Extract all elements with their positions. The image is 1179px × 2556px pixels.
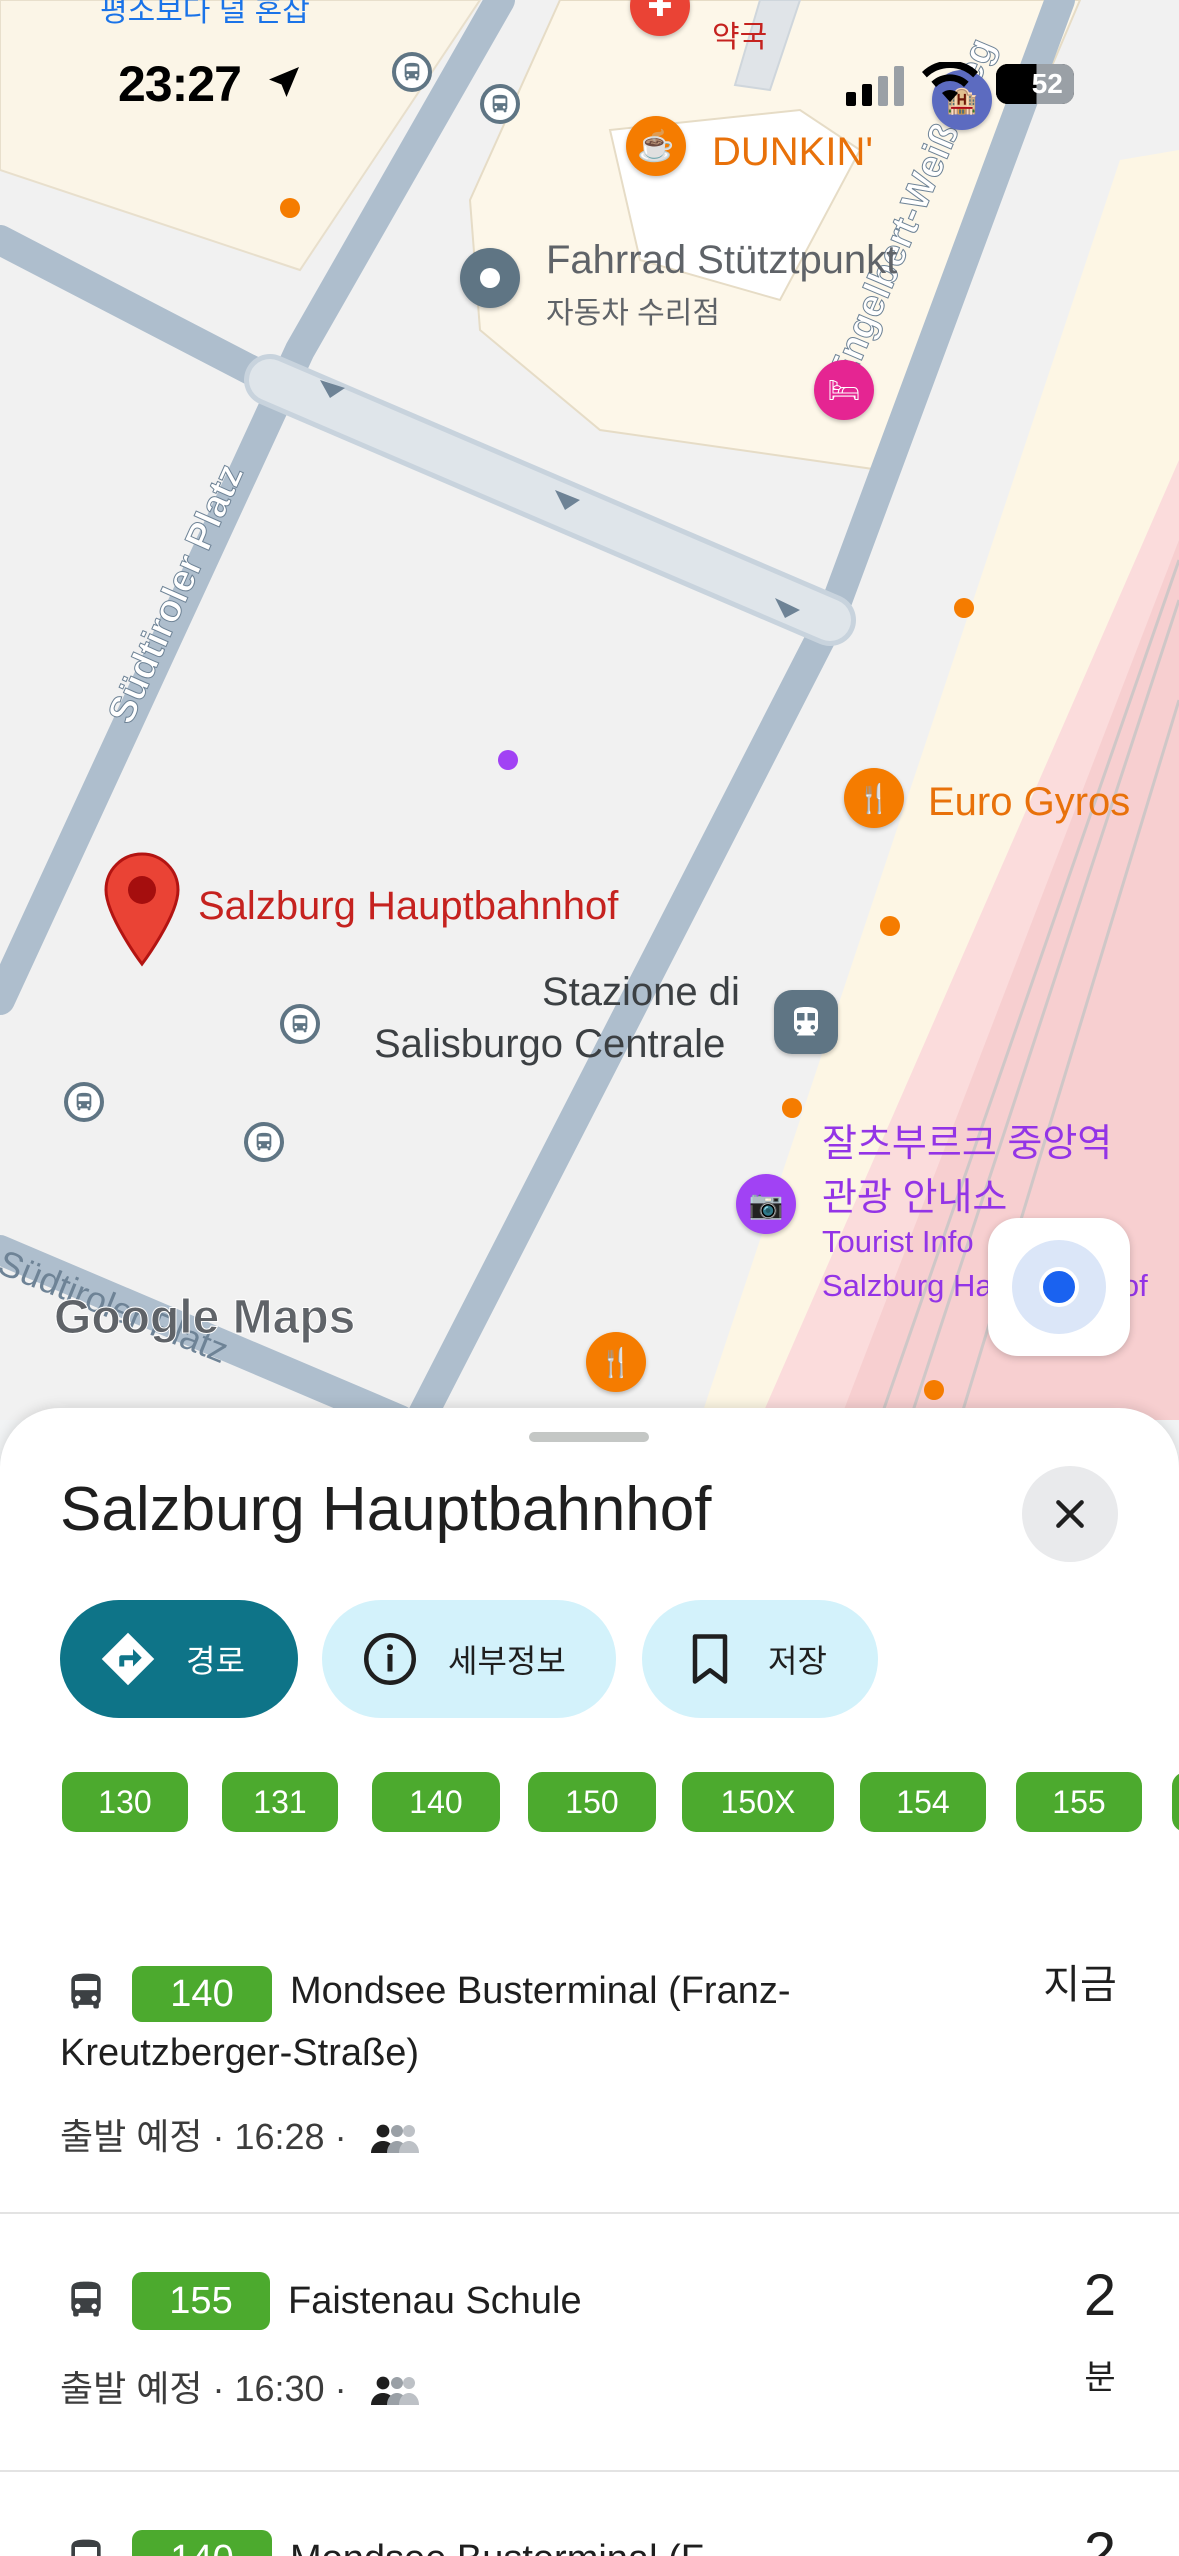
poi-label-tourist-kr-2: 관광 안내소 <box>822 1177 1008 1219</box>
bus-stop-icon[interactable] <box>280 1004 320 1044</box>
save-button[interactable]: 저장 <box>642 1600 878 1718</box>
route-chip[interactable]: 150X <box>682 1772 834 1832</box>
poi-label-dunkin: DUNKIN' <box>712 130 873 174</box>
departure-destination: Mondsee Busterminal (Franz-Kreutzberger-… <box>60 1970 791 2074</box>
selected-place-pin-icon[interactable] <box>102 852 182 968</box>
close-button[interactable] <box>1022 1466 1118 1562</box>
details-label: 세부정보 <box>448 1643 566 1679</box>
directions-label: 경로 <box>186 1643 245 1679</box>
bus-stop-icon[interactable] <box>64 1082 104 1122</box>
close-icon <box>1056 1500 1084 1528</box>
route-chip[interactable]: 130 <box>62 1772 188 1832</box>
wifi-icon <box>922 60 978 111</box>
poi-label-stazione-2: Salisburgo Centrale <box>374 1022 726 1066</box>
departure-row[interactable]: 140 Mondsee Busterminal (F 2 <box>0 2504 1179 2556</box>
departure-eta: 2 <box>1083 2263 1117 2328</box>
poi-label-tourist-kr-1: 잘츠부르크 중앙역 <box>822 1123 1113 1165</box>
map-dot <box>880 916 900 936</box>
route-chip[interactable]: 150 <box>528 1772 656 1832</box>
poi-label-fahrrad: Fahrrad Stütztpunkt <box>546 238 898 282</box>
save-label: 저장 <box>768 1643 827 1679</box>
bus-stop-icon[interactable] <box>244 1122 284 1162</box>
route-chip-overflow[interactable] <box>1172 1772 1179 1832</box>
departure-detail: 출발 예정 · 16:28 · <box>60 2108 423 2160</box>
map-dot <box>280 198 300 218</box>
route-chip[interactable]: 155 <box>1016 1772 1142 1832</box>
route-chip[interactable]: 140 <box>372 1772 500 1832</box>
row-divider <box>0 2212 1179 2214</box>
departure-row[interactable]: 155 Faistenau Schule 출발 예정 · 16:30 · 2 분 <box>0 2246 1179 2466</box>
location-arrow-icon <box>264 62 304 107</box>
bus-icon <box>71 2281 101 2317</box>
map-view[interactable]: Engelbert-Weiß-Weg Südtiroler Platz Südt… <box>0 0 1179 1420</box>
poi-label-top-korean: 평소보다 덜 혼잡 <box>100 0 310 28</box>
battery-percent: 52 <box>1031 68 1063 99</box>
route-badge: 140 <box>132 2530 272 2556</box>
info-icon <box>360 1629 420 1689</box>
poi-label-pharmacy: 약국 <box>712 21 768 54</box>
sheet-drag-handle[interactable] <box>529 1432 649 1442</box>
status-time: 23:27 <box>118 56 242 112</box>
departure-eta: 지금 <box>1043 1963 1117 2007</box>
poi-label-euro-gyros: Euro Gyros <box>928 780 1131 824</box>
place-pin-icon[interactable] <box>460 248 520 308</box>
route-chip[interactable]: 154 <box>860 1772 986 1832</box>
crowd-icon <box>370 2377 419 2406</box>
details-button[interactable]: 세부정보 <box>322 1600 616 1718</box>
map-dot <box>954 598 974 618</box>
battery-icon: 52 <box>996 64 1074 104</box>
map-dot <box>498 750 518 770</box>
departure-eta-unit: 분 <box>1084 2359 1116 2397</box>
my-location-icon <box>1012 1240 1106 1334</box>
departure-destination: Faistenau Schule <box>288 2280 582 2322</box>
directions-button[interactable]: 경로 <box>60 1600 298 1718</box>
bus-stop-icon[interactable] <box>392 52 432 92</box>
departure-eta: 2 <box>1083 2521 1117 2556</box>
google-maps-logo: Google Maps <box>53 1291 356 1345</box>
my-location-button[interactable] <box>988 1218 1130 1356</box>
crowd-icon <box>370 2125 419 2154</box>
coffee-icon[interactable]: ☕ <box>626 116 686 176</box>
departure-detail: 출발 예정 · 16:30 · <box>60 2360 423 2412</box>
directions-icon <box>98 1629 158 1689</box>
route-badge: 155 <box>132 2272 270 2330</box>
departure-destination: Mondsee Busterminal (F <box>290 2528 704 2556</box>
bus-icon <box>71 2539 101 2556</box>
row-divider <box>0 2470 1179 2472</box>
hotel-icon[interactable]: 🛏 <box>814 360 874 420</box>
map-dot <box>782 1098 802 1118</box>
map-dot <box>924 1380 944 1400</box>
train-station-icon[interactable] <box>774 990 838 1054</box>
place-title: Salzburg Hauptbahnhof <box>60 1475 712 1544</box>
route-chip[interactable]: 131 <box>222 1772 338 1832</box>
departure-row[interactable]: 140 Mondsee Busterminal (Franz-Kreutzber… <box>0 1938 1179 2218</box>
restaurant-icon-bottom[interactable]: 🍴 <box>586 1332 646 1392</box>
poi-label-stazione-1: Stazione di <box>542 970 740 1014</box>
place-bottom-sheet[interactable]: Salzburg Hauptbahnhof 경로 세부정보 저장 130 131… <box>0 1408 1179 2556</box>
bookmark-icon <box>680 1629 740 1689</box>
poi-label-fahrrad-kr: 자동차 수리점 <box>546 297 720 330</box>
camera-icon[interactable]: 📷 <box>736 1174 796 1234</box>
bus-stop-icon[interactable] <box>480 84 520 124</box>
poi-label-hauptbahnhof[interactable]: Salzburg Hauptbahnhof <box>198 884 618 929</box>
signal-icon <box>846 66 906 106</box>
restaurant-icon[interactable]: 🍴 <box>844 768 904 828</box>
poi-label-tourist-en-1: Tourist Info <box>822 1224 974 1259</box>
